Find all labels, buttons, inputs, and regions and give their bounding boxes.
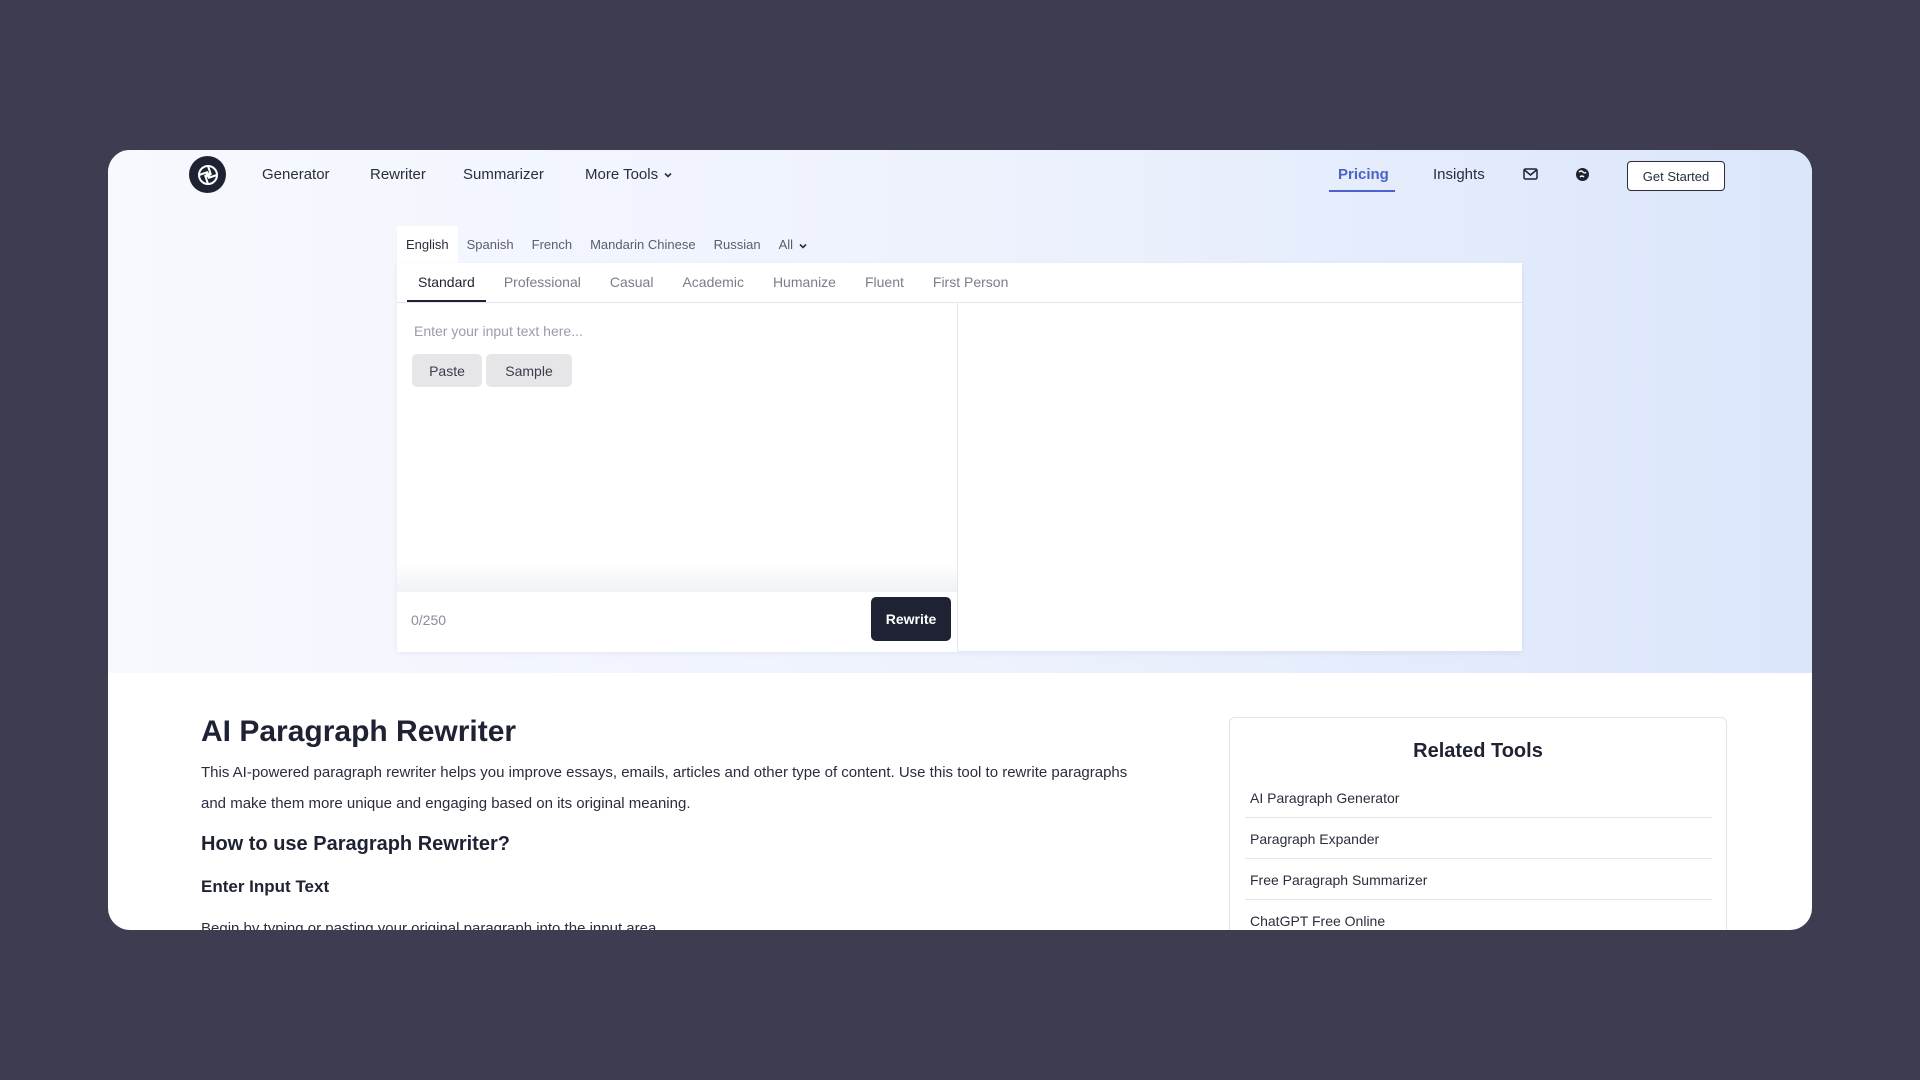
related-tools-title: Related Tools (1413, 740, 1543, 762)
nav-more-tools[interactable]: More Tools (585, 166, 673, 183)
related-tools-panel: Related Tools AI Paragraph Generator Par… (1229, 717, 1727, 930)
editor-footer: 0/250 Rewrite (397, 591, 957, 652)
sample-button[interactable]: Sample (486, 354, 572, 387)
how-to-heading: How to use Paragraph Rewriter? (201, 833, 510, 855)
character-counter: 0/250 (411, 612, 447, 628)
mode-tab-fluent[interactable]: Fluent (854, 263, 915, 302)
page-description: This AI-powered paragraph rewriter helps… (201, 764, 1128, 812)
chevron-down-icon (664, 172, 672, 178)
lang-tab-mandarin-chinese[interactable]: Mandarin Chinese (581, 226, 705, 263)
mode-tab-casual[interactable]: Casual (599, 263, 665, 302)
lang-tab-french[interactable]: French (523, 226, 581, 263)
nav-rewriter[interactable]: Rewriter (370, 166, 426, 183)
related-tool-link[interactable]: Paragraph Expander (1245, 819, 1712, 859)
rewriter-editor: Standard Professional Casual Academic Hu… (397, 263, 1522, 652)
mode-tabs: Standard Professional Casual Academic Hu… (407, 263, 1026, 302)
chevron-down-icon (799, 243, 807, 249)
nav-pricing[interactable]: Pricing (1338, 166, 1389, 183)
lang-tab-all-label: All (778, 237, 794, 252)
get-started-button[interactable]: Get Started (1627, 161, 1725, 191)
nav-generator[interactable]: Generator (262, 166, 330, 183)
mode-tab-academic[interactable]: Academic (671, 263, 754, 302)
mode-tab-humanize[interactable]: Humanize (762, 263, 847, 302)
globe-icon[interactable] (1573, 165, 1591, 183)
related-tool-link[interactable]: AI Paragraph Generator (1245, 778, 1712, 818)
related-tool-link[interactable]: Free Paragraph Summarizer (1245, 860, 1712, 900)
rewrite-button[interactable]: Rewrite (871, 597, 951, 641)
language-tabs: English Spanish French Mandarin Chinese … (397, 226, 817, 263)
aperture-logo-icon (197, 164, 218, 185)
mode-tab-first-person[interactable]: First Person (922, 263, 1019, 302)
input-text-field[interactable] (412, 318, 946, 344)
hero-section: Generator Rewriter Summarizer More Tools… (108, 150, 1812, 673)
nav-insights[interactable]: Insights (1433, 166, 1485, 183)
lang-tab-spanish[interactable]: Spanish (458, 226, 523, 263)
pricing-active-underline (1329, 190, 1395, 192)
nav-summarizer[interactable]: Summarizer (463, 166, 544, 183)
step-heading: Enter Input Text (201, 877, 330, 896)
output-pane (958, 303, 1522, 651)
mail-icon[interactable] (1521, 165, 1539, 183)
step-description: Begin by typing or pasting your original… (201, 920, 661, 930)
paste-button[interactable]: Paste (412, 354, 482, 387)
page-title: AI Paragraph Rewriter (201, 715, 517, 748)
mode-tab-professional[interactable]: Professional (493, 263, 592, 302)
mode-tab-standard[interactable]: Standard (407, 263, 486, 302)
input-fade (397, 563, 957, 591)
lang-tab-all[interactable]: All (770, 226, 817, 263)
lang-tab-russian[interactable]: Russian (705, 226, 770, 263)
nav-more-tools-label: More Tools (585, 166, 659, 183)
related-tool-link[interactable]: ChatGPT Free Online (1245, 901, 1712, 930)
site-logo[interactable] (189, 156, 226, 193)
lang-tab-english[interactable]: English (397, 226, 458, 263)
browser-window: Generator Rewriter Summarizer More Tools… (108, 150, 1812, 930)
